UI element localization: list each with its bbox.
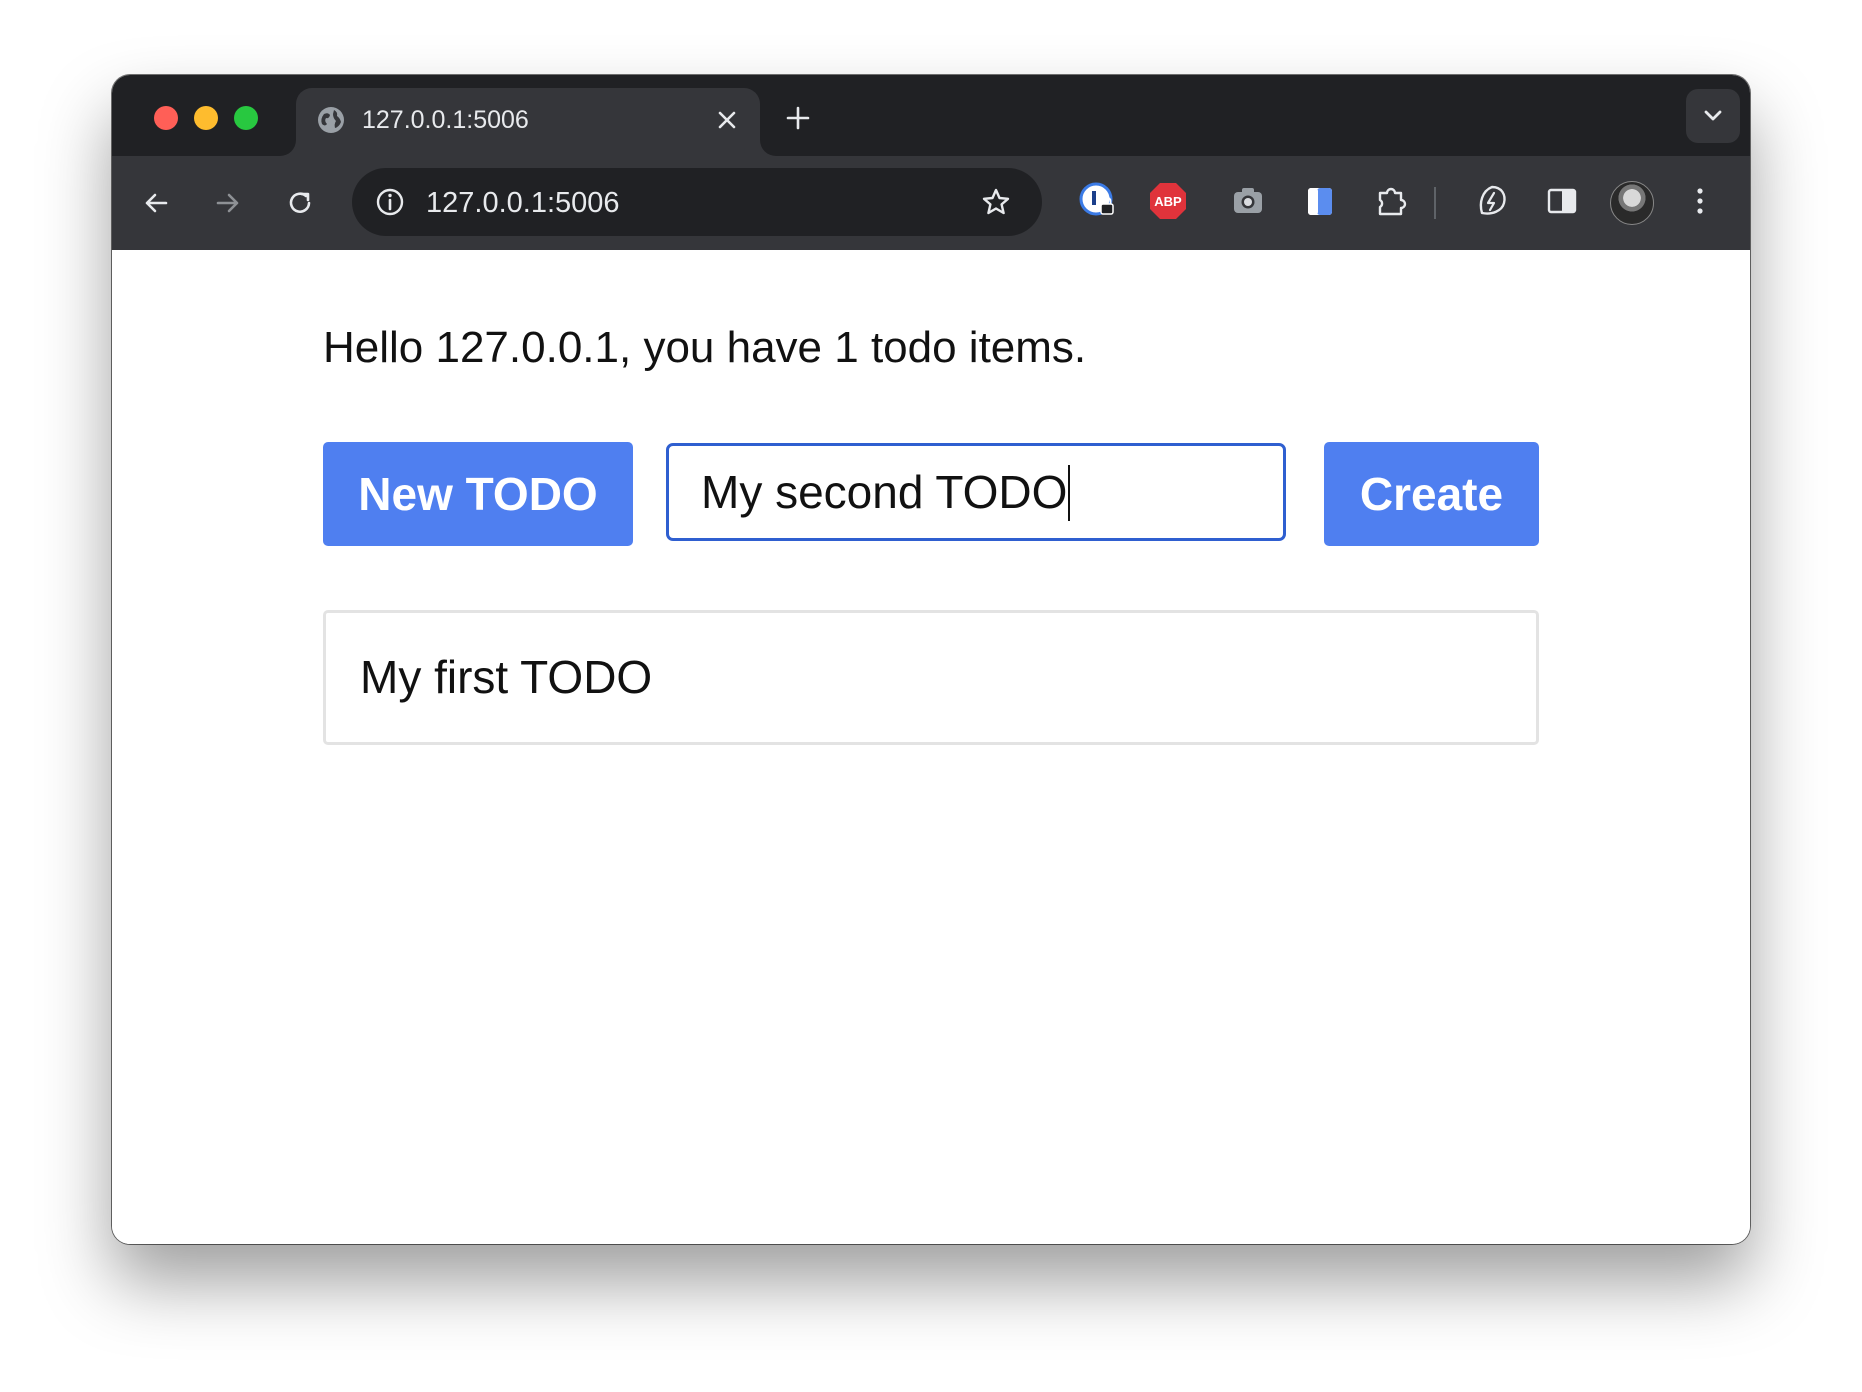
- new-tab-button[interactable]: [780, 100, 816, 136]
- performance-leaf-icon[interactable]: [1470, 179, 1514, 223]
- tab-search-button[interactable]: [1686, 89, 1740, 143]
- info-icon[interactable]: [372, 184, 408, 220]
- globe-icon: [318, 107, 344, 133]
- todo-input[interactable]: My second TODO: [666, 443, 1286, 541]
- side-panel-icon[interactable]: [1540, 179, 1584, 223]
- tab-title: 127.0.0.1:5006: [362, 106, 529, 134]
- new-todo-button[interactable]: New TODO: [323, 442, 633, 546]
- todo-list: My first TODO: [323, 610, 1539, 745]
- minimize-window-button[interactable]: [194, 106, 218, 130]
- arrow-left-icon[interactable]: [138, 185, 174, 221]
- close-window-button[interactable]: [154, 106, 178, 130]
- greeting-text: Hello 127.0.0.1, you have 1 todo items.: [323, 323, 1087, 372]
- tab-active[interactable]: 127.0.0.1:5006: [296, 88, 760, 156]
- profile-avatar[interactable]: [1610, 181, 1654, 225]
- adblock-plus-extension-icon[interactable]: ABP: [1148, 181, 1188, 221]
- password-manager-extension-icon[interactable]: [1076, 179, 1120, 223]
- tab-strip: 127.0.0.1:5006: [112, 75, 1750, 156]
- address-bar[interactable]: 127.0.0.1:5006: [352, 168, 1042, 236]
- toolbar-separator: [1434, 187, 1436, 219]
- text-caret: [1068, 464, 1071, 521]
- star-icon[interactable]: [978, 184, 1014, 220]
- camera-extension-icon[interactable]: [1226, 179, 1270, 223]
- more-menu-icon[interactable]: [1678, 179, 1722, 223]
- page-content: Hello 127.0.0.1, you have 1 todo items. …: [112, 250, 1750, 1244]
- browser-toolbar: 127.0.0.1:5006 ABP: [112, 156, 1750, 250]
- todo-item[interactable]: My first TODO: [323, 610, 1539, 745]
- close-icon[interactable]: [712, 105, 742, 135]
- browser-window: 127.0.0.1:5006 127.0.0.1:5006 ABP Hello …: [112, 75, 1750, 1244]
- abp-label: ABP: [1154, 194, 1182, 209]
- url-text[interactable]: 127.0.0.1:5006: [426, 187, 620, 219]
- todo-input-value: My second TODO: [701, 466, 1068, 518]
- chevron-down-icon: [1704, 110, 1722, 121]
- clipboard-extension-icon[interactable]: [1298, 179, 1342, 223]
- reload-icon[interactable]: [282, 185, 318, 221]
- create-button[interactable]: Create: [1324, 442, 1539, 546]
- puzzle-extensions-icon[interactable]: [1370, 179, 1414, 223]
- arrow-right-icon[interactable]: [210, 185, 246, 221]
- maximize-window-button[interactable]: [234, 106, 258, 130]
